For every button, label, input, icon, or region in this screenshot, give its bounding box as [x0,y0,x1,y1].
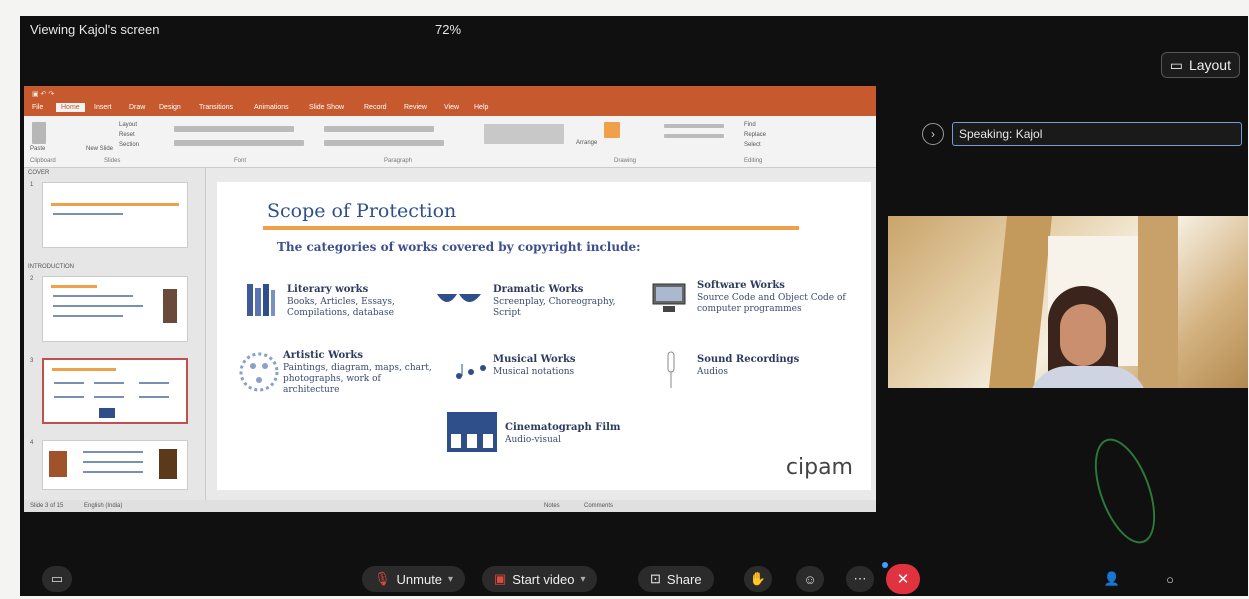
work-title: Cinematograph Film [505,422,621,433]
speaking-label: Speaking: Kajol [952,122,1242,146]
work-title: Artistic Works [283,350,363,361]
arrange-button[interactable]: Arrange [576,140,597,146]
ppt-ribbon-tabs: File Home Insert Draw Design Transitions… [24,102,876,116]
masks-icon [435,290,483,317]
comments-button[interactable]: Comments [584,503,613,509]
chat-bubble-icon[interactable]: ○ [1156,566,1184,592]
work-software: Software Works Source Code and Object Co… [697,280,847,315]
group-slides: Slides [104,158,121,164]
work-desc: Books, Articles, Essays, Compilations, d… [287,297,395,318]
notes-button[interactable]: Notes [544,503,560,509]
layout-icon: ▭ [1169,56,1183,73]
meeting-topbar: Viewing Kajol's screen 72% [20,16,1248,44]
work-musical: Musical Works Musical notations [493,354,643,378]
work-title: Sound Recordings [697,354,800,365]
reactions-icon[interactable]: ☺ [796,566,824,592]
ppt-ribbon: Paste New Slide Layout Reset Section Arr… [24,116,876,168]
microphone-icon [663,350,679,395]
slide-thumb-3[interactable] [42,358,188,424]
mic-off-icon: 🎙︎ [374,571,391,586]
end-call-button[interactable]: ✕ [886,564,920,594]
share-label: Share [666,571,702,587]
chevron-right-icon[interactable]: › [922,123,944,145]
group-paragraph: Paragraph [384,158,413,164]
group-font: Font [234,158,247,164]
slide-thumb-4[interactable] [42,440,188,490]
layout-button[interactable]: ▭ Layout [1160,52,1240,78]
zoom-level[interactable]: 72% [435,22,461,37]
start-video-label: Start video [512,571,575,587]
group-editing: Editing [744,158,763,164]
signature-mark [1082,430,1168,552]
paste-button[interactable]: Paste [30,146,45,152]
unmute-button[interactable]: 🎙︎ Unmute ▾ [362,566,466,592]
slide-title: Scope of Protection [267,200,457,222]
meeting-window: Viewing Kajol's screen 72% ▭ Layout ▣ ↶ … [20,16,1248,596]
chat-icon[interactable]: ▭ [42,566,72,592]
unmute-label: Unmute [396,571,443,587]
computer-icon [651,282,687,319]
layout-label: Layout [1188,57,1231,73]
work-literary: Literary works Books, Articles, Essays, … [287,284,437,319]
group-drawing: Drawing [614,158,637,164]
shared-screen: ▣ ↶ ↷ File Home Insert Draw Design Trans… [24,86,876,512]
participants-icon[interactable]: 👤 [1098,566,1126,592]
share-icon: ⊡ [650,571,661,586]
speaking-indicator: › Speaking: Kajol [922,122,1242,146]
work-desc: Musical notations [493,367,575,377]
layout-menu[interactable]: Layout [119,122,137,128]
palette-icon [239,350,279,399]
participant-video[interactable] [888,216,1248,388]
music-notes-icon [453,360,489,387]
more-icon[interactable]: ⋯ [846,566,874,592]
ppt-statusbar: Slide 3 of 15 English (India) Notes Comm… [24,500,876,512]
work-title: Musical Works [493,354,576,365]
books-icon [245,282,277,323]
raise-hand-icon[interactable]: ✋ [744,566,772,592]
viewing-label: Viewing Kajol's screen [30,22,160,37]
chevron-down-icon[interactable]: ▾ [580,574,585,585]
title-underline [263,226,799,230]
work-desc: Audio-visual [505,435,562,445]
slide-thumb-1[interactable] [42,182,188,248]
reset-button[interactable]: Reset [119,132,135,138]
ppt-titlebar: ▣ ↶ ↷ [24,86,876,102]
group-clipboard: Clipboard [30,158,56,164]
section-menu[interactable]: Section [119,142,139,148]
slide-canvas: Scope of Protection The categories of wo… [217,182,871,490]
section-introduction[interactable]: INTRODUCTION [28,264,74,270]
meeting-toolbar: ▭ 🎙︎ Unmute ▾ ▣ Start video ▾ ⊡ Share ✋ … [20,562,1248,596]
select-button[interactable]: Select [744,142,761,148]
section-cover[interactable]: COVER [28,170,49,176]
work-desc: Source Code and Object Code of computer … [697,293,846,314]
work-title: Dramatic Works [493,284,584,295]
work-artistic: Artistic Works Paintings, diagram, maps,… [283,350,433,396]
replace-button[interactable]: Replace [744,132,766,138]
tab-home[interactable]: Home [56,103,85,112]
work-desc: Audios [697,367,728,377]
cipam-logo: cipam [785,455,853,480]
start-video-button[interactable]: ▣ Start video ▾ [482,566,598,592]
film-icon [447,412,497,457]
work-desc: Screenplay, Choreography, Script [493,297,616,318]
notification-badge [882,562,888,568]
slide-thumb-2[interactable] [42,276,188,342]
work-sound: Sound Recordings Audios [697,354,847,378]
work-title: Literary works [287,284,369,295]
work-desc: Paintings, diagram, maps, chart, photogr… [283,363,432,395]
slide-subtitle: The categories of works covered by copyr… [277,240,641,254]
work-cinematograph: Cinematograph Film Audio-visual [505,422,665,446]
new-slide-button[interactable]: New Slide [86,146,113,152]
share-button[interactable]: ⊡ Share [638,566,714,592]
work-dramatic: Dramatic Works Screenplay, Choreography,… [493,284,643,319]
video-off-icon: ▣ [494,571,507,586]
find-button[interactable]: Find [744,122,756,128]
slide-thumbnails[interactable]: COVER 1 INTRODUCTION 2 3 4 [24,168,206,500]
chevron-down-icon[interactable]: ▾ [448,574,453,585]
work-title: Software Works [697,280,785,291]
